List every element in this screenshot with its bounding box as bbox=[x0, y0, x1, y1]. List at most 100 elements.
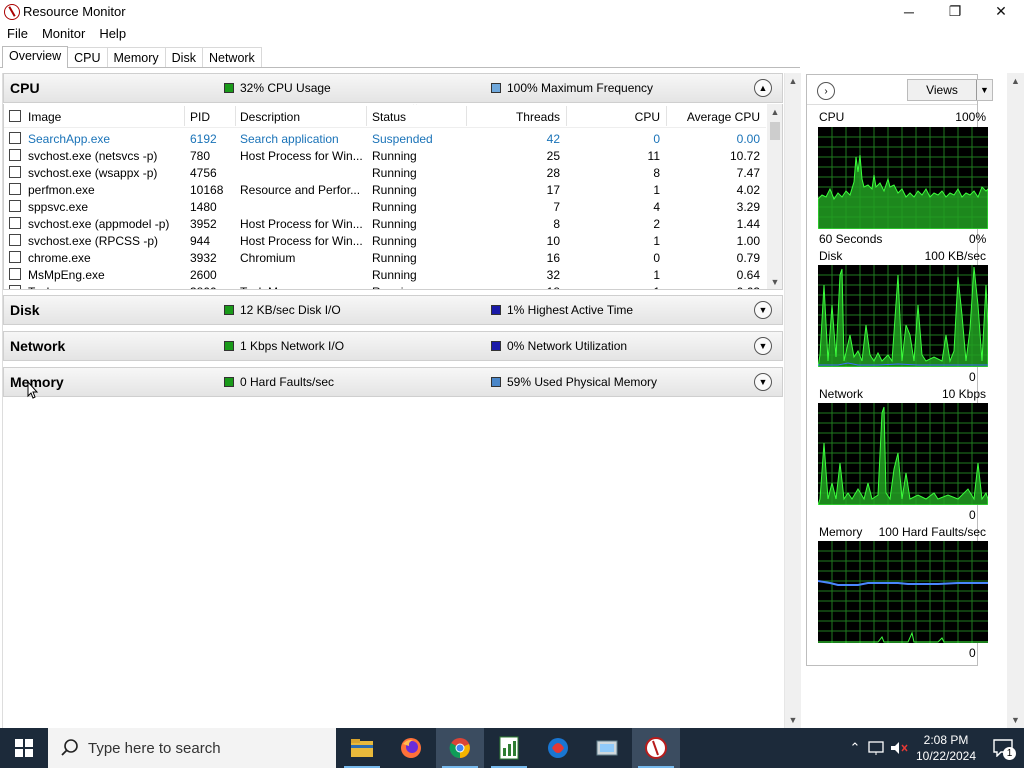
cpu-frequency-legend: 100% Maximum Frequency bbox=[491, 81, 653, 95]
disk-section-title: Disk bbox=[10, 302, 40, 318]
network-io-swatch bbox=[224, 341, 234, 351]
table-row[interactable]: Taskmgr.exe 3800 Task Manager Running 18 1 0.6… bbox=[4, 283, 766, 289]
table-row[interactable]: svchost.exe (appmodel -p) 3952 Host Proces… bbox=[4, 215, 766, 232]
cell-image: svchost.exe (wsappx -p) bbox=[28, 166, 158, 180]
cpu-graph-timespan: 60 Seconds bbox=[819, 232, 883, 246]
control-panel-taskbar-button[interactable] bbox=[583, 728, 631, 768]
cell-description: Resource and Perfor... bbox=[240, 183, 361, 197]
table-row[interactable]: sppsvc.exe 1480 Running 7 4 3.29 bbox=[4, 198, 766, 215]
taskbar-clock[interactable]: 2:08 PM 10/22/2024 bbox=[910, 732, 982, 764]
cell-image: Taskmgr.exe bbox=[28, 285, 180, 289]
network-util-legend: 0% Network Utilization bbox=[491, 339, 627, 353]
firefox-taskbar-button[interactable] bbox=[387, 728, 435, 768]
table-scrollbar[interactable]: ▲ ▼ bbox=[767, 104, 782, 289]
taskbar-search-box[interactable]: Type here to search bbox=[48, 728, 336, 768]
table-row[interactable]: svchost.exe (netsvcs -p) 780 Host Process … bbox=[4, 147, 766, 164]
scrollbar-thumb[interactable] bbox=[770, 122, 780, 140]
menu-file[interactable]: File bbox=[0, 26, 35, 41]
col-pid[interactable]: PID bbox=[190, 110, 210, 124]
cell-image: SearchApp.exe bbox=[28, 132, 111, 146]
chrome-taskbar-button[interactable] bbox=[436, 728, 484, 768]
table-row[interactable]: MsMpEng.exe 2600 Running 32 1 0.64 bbox=[4, 266, 766, 283]
views-dropdown[interactable]: Views ▼ bbox=[907, 79, 993, 101]
col-average-cpu[interactable]: Average CPU bbox=[672, 110, 760, 124]
scroll-down-arrow-icon[interactable]: ▼ bbox=[785, 712, 801, 728]
col-image[interactable]: Image bbox=[28, 110, 61, 124]
row-checkbox[interactable] bbox=[9, 166, 21, 178]
cell-status: Running bbox=[372, 217, 417, 231]
close-button[interactable]: ✕ bbox=[978, 0, 1024, 23]
memory-faults-swatch bbox=[224, 377, 234, 387]
collapse-cpu-button[interactable]: ▲ bbox=[754, 79, 772, 97]
cell-pid: 3932 bbox=[190, 251, 217, 265]
notification-center-button[interactable]: 1 bbox=[982, 728, 1024, 768]
col-divider bbox=[366, 106, 367, 126]
row-checkbox[interactable] bbox=[9, 268, 21, 280]
network-section-header[interactable]: Network 1 Kbps Network I/O 0% Network Ut… bbox=[3, 331, 783, 361]
col-threads[interactable]: Threads bbox=[474, 110, 560, 124]
scroll-down-arrow-icon[interactable]: ▼ bbox=[1007, 712, 1024, 728]
table-row[interactable]: chrome.exe 3932 Chromium Running 16 0 0.79 bbox=[4, 249, 766, 266]
restore-button[interactable]: ❐ bbox=[932, 0, 978, 23]
spreadsheet-taskbar-button[interactable] bbox=[485, 728, 533, 768]
scroll-up-arrow-icon[interactable]: ▲ bbox=[767, 104, 782, 120]
network-graph bbox=[818, 403, 988, 505]
tab-network[interactable]: Network bbox=[201, 47, 262, 68]
menu-monitor[interactable]: Monitor bbox=[35, 26, 92, 41]
col-cpu[interactable]: CPU bbox=[574, 110, 660, 124]
tab-overview[interactable]: Overview bbox=[2, 46, 69, 68]
speaker-muted-icon[interactable] bbox=[888, 740, 910, 756]
app-taskbar-button[interactable] bbox=[534, 728, 582, 768]
col-description[interactable]: Description bbox=[240, 110, 300, 124]
network-icon[interactable] bbox=[866, 740, 888, 756]
cell-cpu: 0 bbox=[653, 251, 660, 265]
table-row[interactable]: svchost.exe (RPCSS -p) 944 Host Process fo… bbox=[4, 232, 766, 249]
expand-disk-button[interactable]: ▼ bbox=[754, 301, 772, 319]
cpu-graph-min: 0% bbox=[969, 232, 987, 246]
cpu-section-header[interactable]: CPU 32% CPU Usage 100% Maximum Frequency… bbox=[3, 73, 783, 103]
scroll-down-arrow-icon[interactable]: ▼ bbox=[767, 274, 782, 289]
memory-section-header[interactable]: Memory 0 Hard Faults/sec 59% Used Physic… bbox=[3, 367, 783, 397]
minimize-button[interactable]: ─ bbox=[886, 0, 932, 23]
expand-network-button[interactable]: ▼ bbox=[754, 337, 772, 355]
system-tray: ⌃ 2:08 PM 10/22/2024 1 bbox=[844, 728, 1024, 768]
tab-disk[interactable]: Disk bbox=[164, 47, 203, 68]
menu-help[interactable]: Help bbox=[92, 26, 133, 41]
row-checkbox[interactable] bbox=[9, 200, 21, 212]
chevron-up-icon[interactable]: ⌃ bbox=[844, 740, 866, 756]
row-checkbox[interactable] bbox=[9, 285, 21, 289]
table-row[interactable]: perfmon.exe 10168 Resource and Perfor... Ru… bbox=[4, 181, 766, 198]
network-io-legend: 1 Kbps Network I/O bbox=[224, 339, 344, 353]
cell-cpu: 11 bbox=[647, 149, 660, 163]
scroll-up-arrow-icon[interactable]: ▲ bbox=[1007, 73, 1024, 89]
row-checkbox[interactable] bbox=[9, 183, 21, 195]
file-explorer-taskbar-button[interactable] bbox=[338, 728, 386, 768]
expand-memory-button[interactable]: ▼ bbox=[754, 373, 772, 391]
table-row[interactable]: svchost.exe (wsappx -p) 4756 Running 28 8 7.4… bbox=[4, 164, 766, 181]
tab-memory[interactable]: Memory bbox=[106, 47, 166, 68]
row-checkbox[interactable] bbox=[9, 217, 21, 229]
row-checkbox[interactable] bbox=[9, 251, 21, 263]
overview-panel: CPU 32% CPU Usage 100% Maximum Frequency… bbox=[2, 73, 783, 728]
table-row[interactable]: SearchApp.exe 6192 Search application Suspe… bbox=[4, 130, 766, 147]
tab-cpu[interactable]: CPU bbox=[67, 47, 108, 68]
collapse-panel-chevron-icon[interactable]: › bbox=[817, 82, 835, 100]
graph-panel-scrollbar[interactable]: ▲ ▼ bbox=[1007, 73, 1024, 728]
table-header: Image PID Description Status ⌃ Threads C… bbox=[4, 104, 766, 128]
cell-description: Host Process for Win... bbox=[240, 217, 362, 231]
main-scrollbar[interactable]: ▲ ▼ bbox=[784, 73, 801, 728]
row-checkbox[interactable] bbox=[9, 234, 21, 246]
resource-monitor-taskbar-button[interactable] bbox=[632, 728, 680, 768]
select-all-checkbox[interactable] bbox=[9, 110, 21, 122]
disk-section-header[interactable]: Disk 12 KB/sec Disk I/O 1% Highest Activ… bbox=[3, 295, 783, 325]
network-graph-min: 0 bbox=[969, 508, 976, 522]
notification-count-badge: 1 bbox=[1003, 747, 1016, 760]
start-button[interactable] bbox=[0, 728, 48, 768]
cell-threads: 10 bbox=[546, 234, 560, 248]
scroll-up-arrow-icon[interactable]: ▲ bbox=[785, 73, 801, 89]
row-checkbox[interactable] bbox=[9, 149, 21, 161]
title-bar: Resource Monitor ─ ❐ ✕ bbox=[0, 0, 1024, 23]
col-status[interactable]: Status bbox=[372, 110, 406, 124]
memory-graph-scale: 100 Hard Faults/sec bbox=[878, 525, 986, 539]
row-checkbox[interactable] bbox=[9, 132, 21, 144]
